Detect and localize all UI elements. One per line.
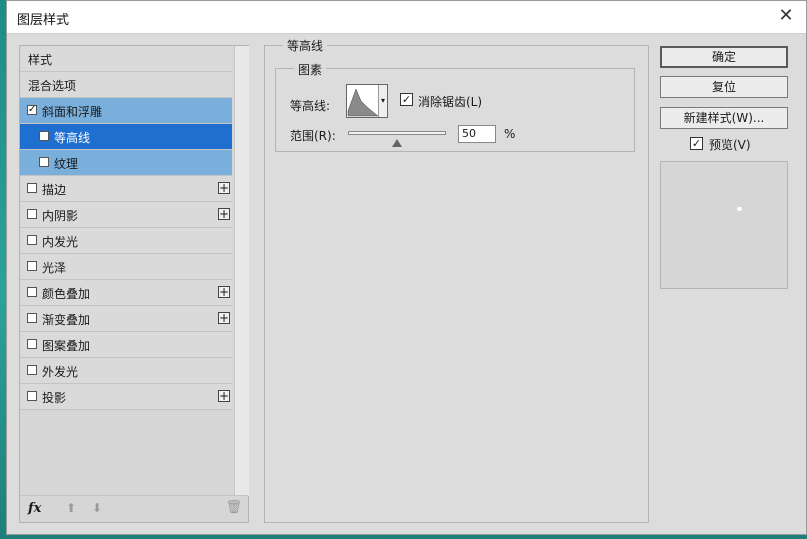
list-item-pattern-overlay[interactable]: 图案叠加 bbox=[20, 332, 232, 358]
list-item-label: 等高线 bbox=[54, 131, 91, 145]
list-item-label: 混合选项 bbox=[28, 79, 77, 93]
bevel-emboss-checkbox[interactable]: ✓ bbox=[27, 105, 37, 115]
list-item-label: 描边 bbox=[42, 183, 67, 197]
list-item-outer-glow[interactable]: 外发光 bbox=[20, 358, 232, 384]
contour-curve-icon bbox=[347, 88, 379, 117]
list-item-blending-options[interactable]: 混合选项 bbox=[20, 72, 232, 98]
list-item-stroke[interactable]: 描边 + bbox=[20, 176, 232, 202]
range-input[interactable]: 50 bbox=[458, 125, 496, 143]
ok-button[interactable]: 确定 bbox=[660, 46, 788, 68]
pattern-overlay-checkbox[interactable] bbox=[27, 339, 37, 349]
fx-icon[interactable]: fx bbox=[28, 501, 41, 516]
layer-style-dialog: 图层样式 ✕ 样式 混合选项 ✓ 斜面和浮雕 ✓ 等高线 纹理 描边 + 内阴影… bbox=[6, 0, 807, 535]
styles-list-toolbar: fx ⬆ ⬇ 🗑 bbox=[20, 495, 248, 522]
style-preview-thumbnail bbox=[660, 161, 788, 289]
styles-list-scrollbar[interactable] bbox=[234, 46, 249, 496]
styles-list: 样式 混合选项 ✓ 斜面和浮雕 ✓ 等高线 纹理 描边 + 内阴影 + 内发光 … bbox=[20, 46, 232, 410]
add-stroke-plus-icon[interactable]: + bbox=[218, 182, 230, 194]
contour-picker[interactable]: ▾ bbox=[346, 84, 388, 118]
list-item-inner-shadow[interactable]: 内阴影 + bbox=[20, 202, 232, 228]
list-item-contour[interactable]: ✓ 等高线 bbox=[20, 124, 232, 150]
range-label: 范围(R): bbox=[290, 129, 336, 143]
add-color-overlay-plus-icon[interactable]: + bbox=[218, 286, 230, 298]
list-item-label: 颜色叠加 bbox=[42, 287, 91, 301]
list-item-styles[interactable]: 样式 bbox=[20, 46, 232, 72]
close-icon[interactable]: ✕ bbox=[776, 6, 796, 26]
list-item-label: 内阴影 bbox=[42, 209, 79, 223]
color-overlay-checkbox[interactable] bbox=[27, 287, 37, 297]
inner-glow-checkbox[interactable] bbox=[27, 235, 37, 245]
trash-icon[interactable]: 🗑 bbox=[225, 500, 242, 515]
preview-checkbox[interactable]: ✓ bbox=[690, 137, 703, 150]
styles-list-panel: 样式 混合选项 ✓ 斜面和浮雕 ✓ 等高线 纹理 描边 + 内阴影 + 内发光 … bbox=[19, 45, 249, 523]
title-bar: 图层样式 ✕ bbox=[7, 1, 806, 34]
contour-settings-panel: 等高线 图素 等高线: ▾ ✓ 消除锯齿(L) 范围(R): 50 % bbox=[264, 37, 649, 523]
inner-shadow-checkbox[interactable] bbox=[27, 209, 37, 219]
new-style-button[interactable]: 新建样式(W)... bbox=[660, 107, 788, 129]
preview-highlight bbox=[737, 207, 742, 211]
anti-aliased-checkbox[interactable]: ✓ bbox=[400, 93, 413, 106]
list-item-label: 投影 bbox=[42, 391, 67, 405]
list-item-color-overlay[interactable]: 颜色叠加 + bbox=[20, 280, 232, 306]
stroke-checkbox[interactable] bbox=[27, 183, 37, 193]
contour-checkbox[interactable]: ✓ bbox=[39, 131, 49, 141]
list-item-gradient-overlay[interactable]: 渐变叠加 + bbox=[20, 306, 232, 332]
list-item-label: 外发光 bbox=[42, 365, 79, 379]
window-title: 图层样式 bbox=[17, 13, 70, 28]
list-item-label: 纹理 bbox=[54, 157, 79, 171]
list-item-drop-shadow[interactable]: 投影 + bbox=[20, 384, 232, 410]
list-item-label: 内发光 bbox=[42, 235, 79, 249]
list-item-bevel-emboss[interactable]: ✓ 斜面和浮雕 bbox=[20, 98, 232, 124]
subgroup-title: 图素 bbox=[294, 61, 327, 78]
move-up-icon[interactable]: ⬆ bbox=[66, 501, 78, 515]
group-title: 等高线 bbox=[283, 37, 328, 54]
elements-group: 图素 等高线: ▾ ✓ 消除锯齿(L) 范围(R): 50 % bbox=[275, 61, 635, 152]
contour-label: 等高线: bbox=[290, 99, 331, 113]
add-inner-shadow-plus-icon[interactable]: + bbox=[218, 208, 230, 220]
range-unit: % bbox=[504, 127, 516, 141]
reset-button[interactable]: 复位 bbox=[660, 76, 788, 98]
texture-checkbox[interactable] bbox=[39, 157, 49, 167]
chevron-down-icon[interactable]: ▾ bbox=[378, 85, 387, 117]
gradient-overlay-checkbox[interactable] bbox=[27, 313, 37, 323]
add-drop-shadow-plus-icon[interactable]: + bbox=[218, 390, 230, 402]
list-item-satin[interactable]: 光泽 bbox=[20, 254, 232, 280]
anti-aliased-label: 消除锯齿(L) bbox=[418, 95, 483, 109]
preview-label: 预览(V) bbox=[709, 138, 751, 152]
move-down-icon[interactable]: ⬇ bbox=[92, 501, 104, 515]
list-item-inner-glow[interactable]: 内发光 bbox=[20, 228, 232, 254]
list-item-label: 斜面和浮雕 bbox=[42, 105, 103, 119]
list-item-label: 光泽 bbox=[42, 261, 67, 275]
range-slider-thumb[interactable] bbox=[392, 139, 402, 147]
list-item-texture[interactable]: 纹理 bbox=[20, 150, 232, 176]
list-item-label: 渐变叠加 bbox=[42, 313, 91, 327]
drop-shadow-checkbox[interactable] bbox=[27, 391, 37, 401]
list-item-label: 图案叠加 bbox=[42, 339, 91, 353]
outer-glow-checkbox[interactable] bbox=[27, 365, 37, 375]
range-slider-track[interactable] bbox=[348, 131, 446, 135]
list-item-label: 样式 bbox=[28, 53, 53, 67]
satin-checkbox[interactable] bbox=[27, 261, 37, 271]
add-gradient-overlay-plus-icon[interactable]: + bbox=[218, 312, 230, 324]
